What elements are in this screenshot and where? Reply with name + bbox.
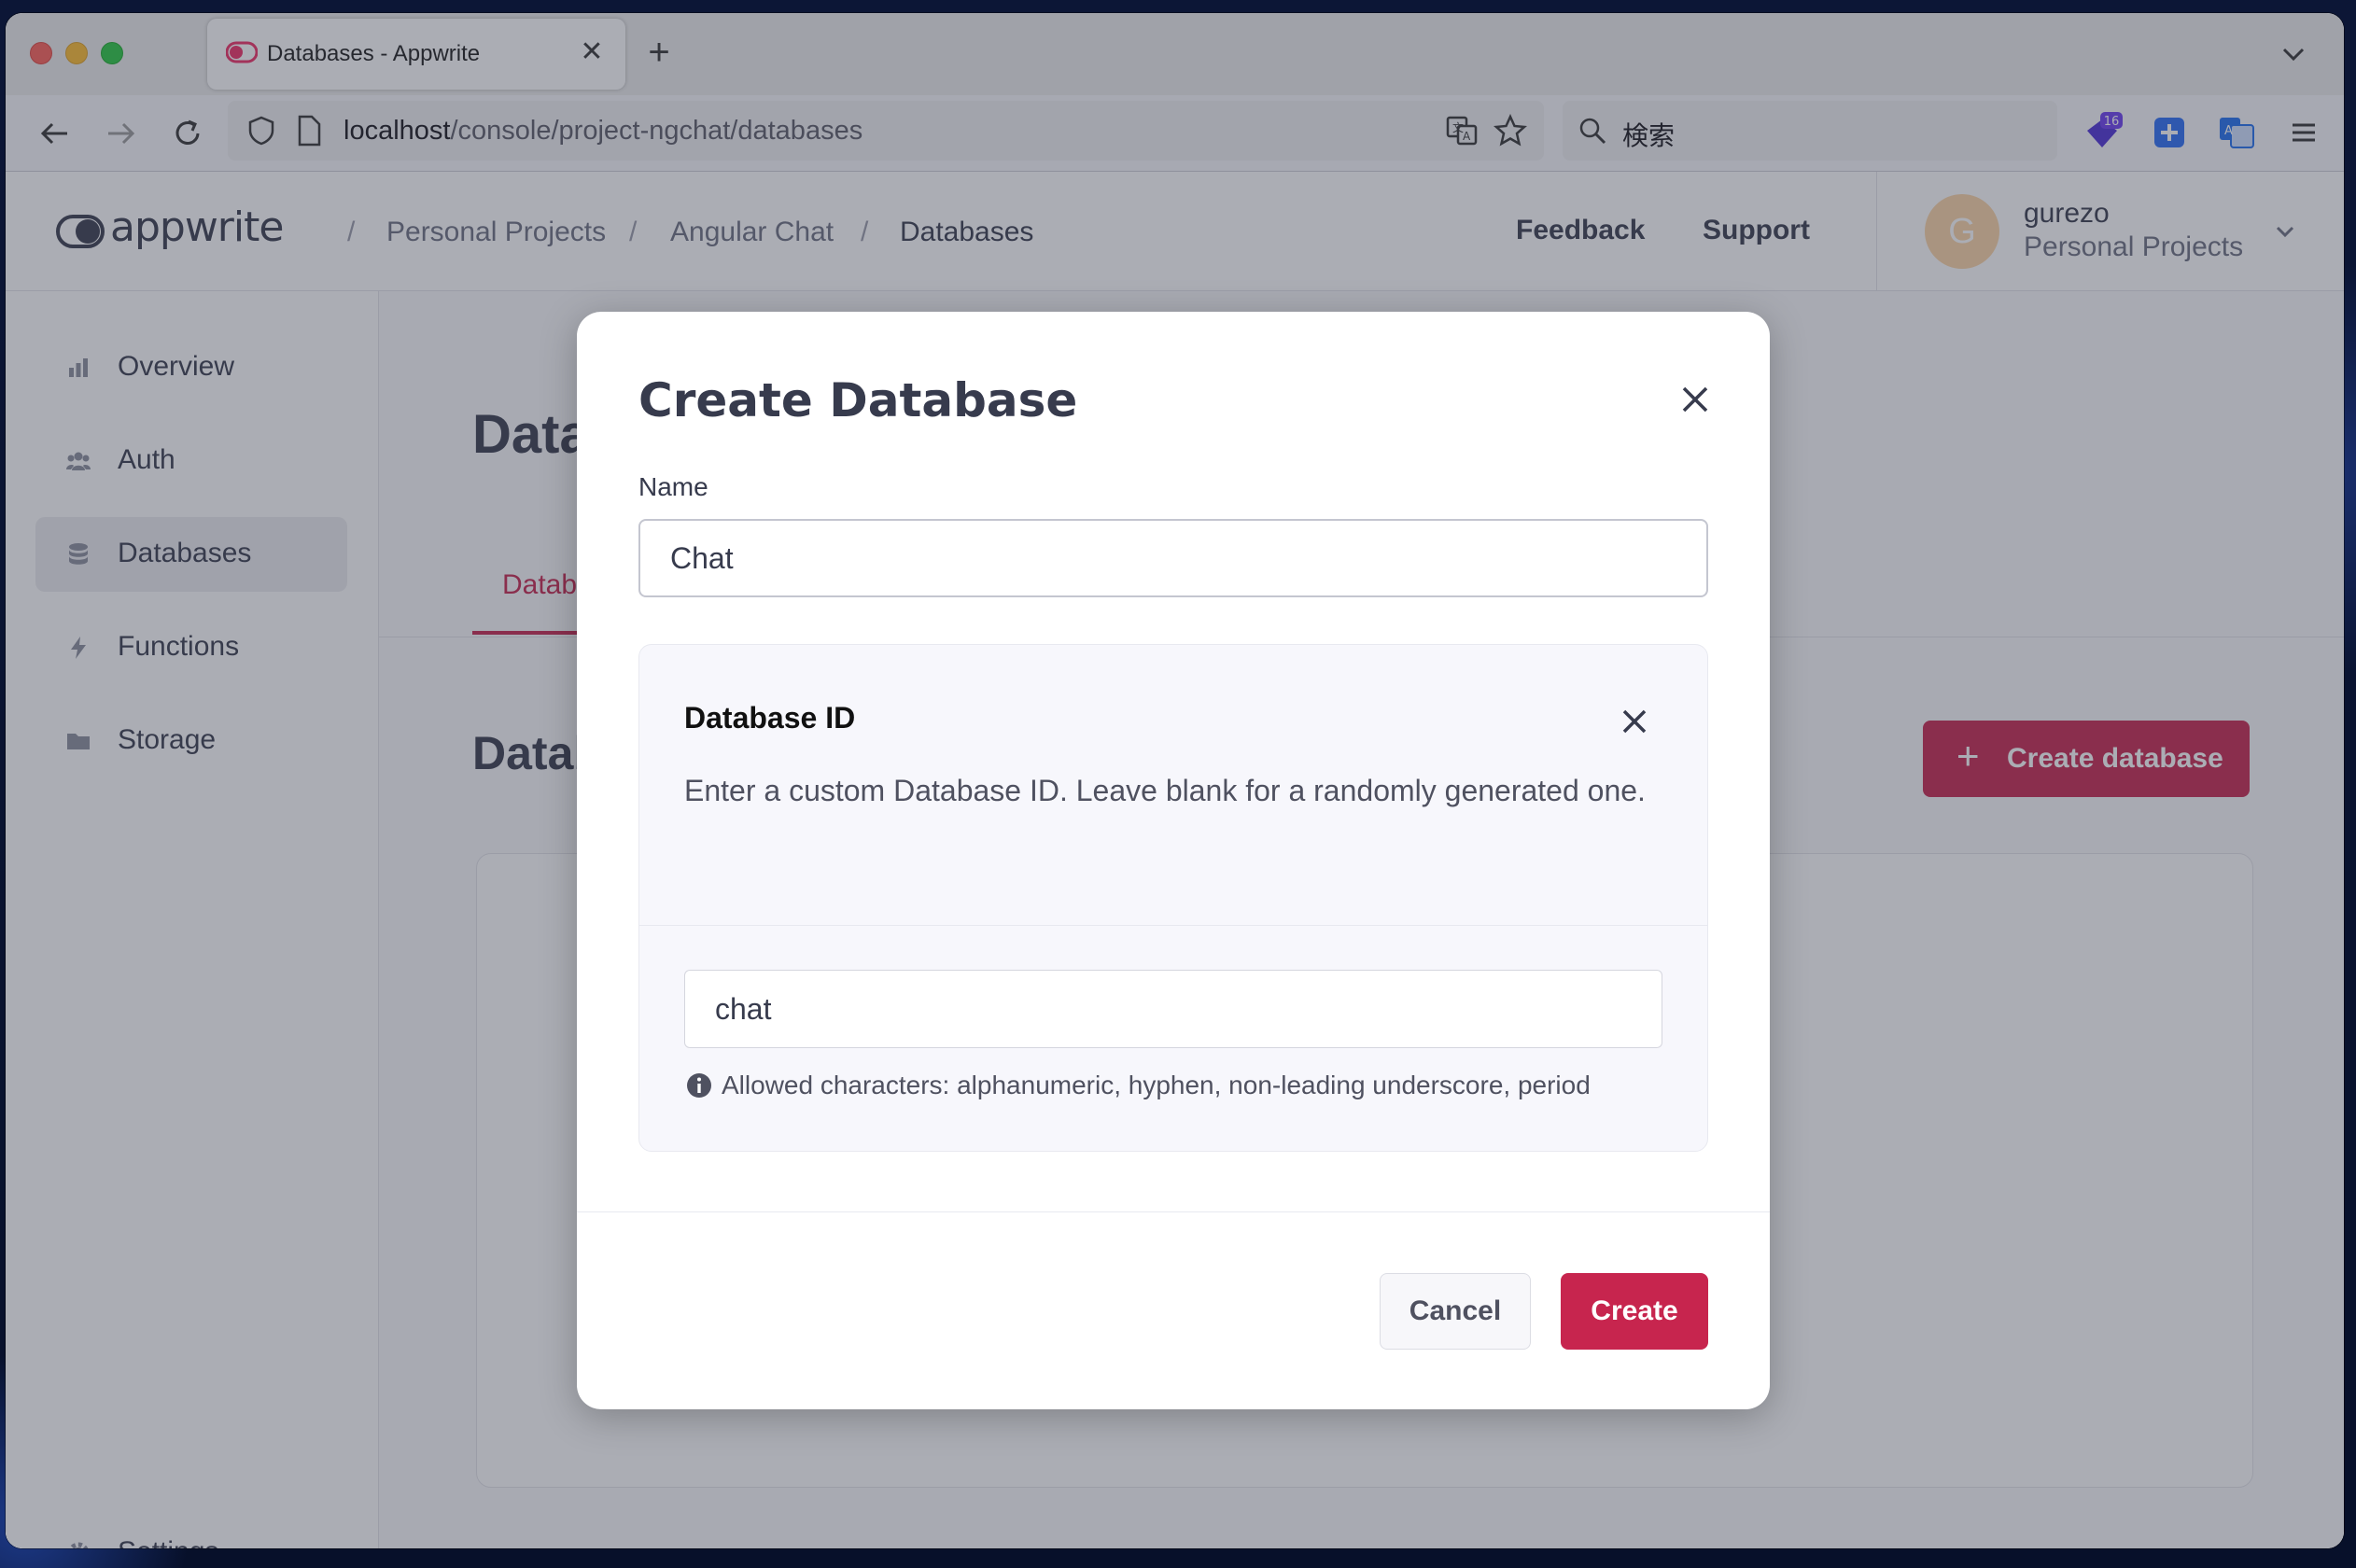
database-id-description: Enter a custom Database ID. Leave blank … (684, 774, 1646, 807)
database-id-input[interactable]: chat (684, 970, 1662, 1048)
close-id-panel-icon[interactable] (1616, 703, 1653, 740)
name-label: Name (638, 472, 708, 501)
allowed-characters-hint: Allowed characters: alphanumeric, hyphen… (722, 1071, 1591, 1099)
info-icon (687, 1073, 711, 1098)
modal-title: Create Database (638, 373, 1078, 427)
close-icon[interactable] (1675, 379, 1716, 420)
name-input[interactable]: Chat (638, 519, 1708, 597)
browser-window: Databases - Appwrite ✕ + localhost/conso… (6, 13, 2344, 1548)
database-id-panel: Database ID Enter a custom Database ID. … (638, 644, 1708, 1152)
create-button[interactable]: Create (1561, 1273, 1708, 1350)
database-id-title: Database ID (684, 701, 856, 735)
create-database-modal: Create Database Name Chat Database ID En… (577, 312, 1770, 1409)
cancel-button[interactable]: Cancel (1380, 1273, 1531, 1350)
